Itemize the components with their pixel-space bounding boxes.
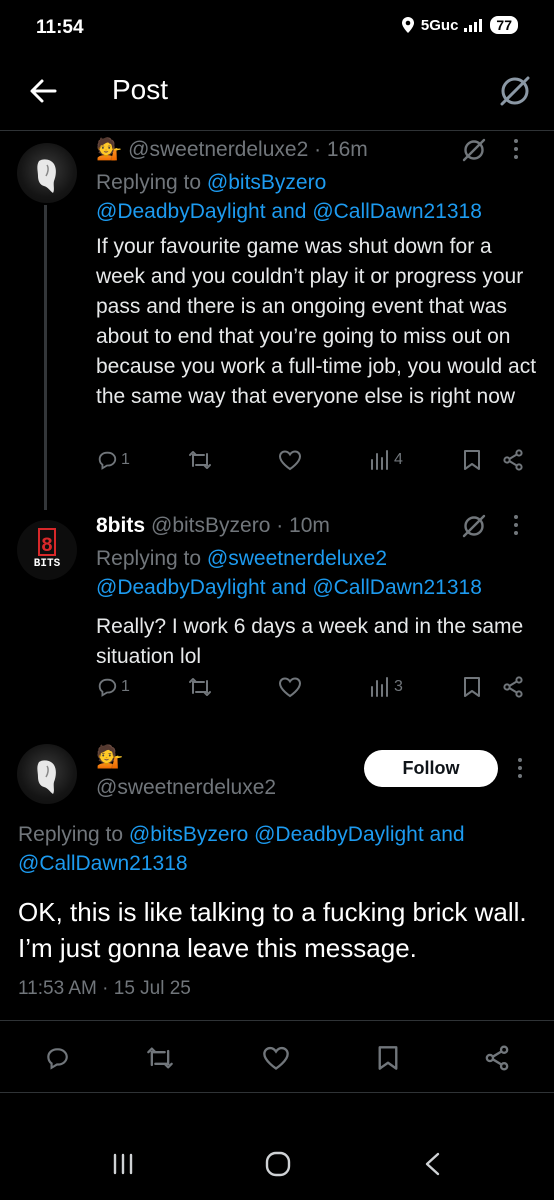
like-icon [278, 677, 302, 698]
retweet-button[interactable] [188, 449, 212, 471]
thread-connector [44, 205, 47, 510]
svg-text:8: 8 [41, 535, 53, 558]
location-icon [401, 17, 414, 33]
retweet-icon [147, 1047, 173, 1069]
tweet-header: 💁 @sweetnerdeluxe2 · 16m [96, 138, 368, 162]
mention-link[interactable]: @DeadbyDaylight [96, 576, 266, 599]
share-button[interactable] [502, 676, 524, 698]
header-divider [0, 130, 554, 131]
follow-button[interactable]: Follow [364, 750, 498, 787]
avatar[interactable] [17, 744, 77, 804]
grok-button[interactable] [460, 512, 488, 540]
like-button[interactable] [278, 449, 302, 471]
share-button[interactable] [502, 449, 524, 471]
mention-link[interactable]: @CallDawn21318 [312, 200, 482, 223]
like-button[interactable] [278, 676, 302, 698]
back-nav-button[interactable] [422, 1151, 444, 1177]
more-icon [514, 139, 518, 159]
share-icon [503, 449, 523, 471]
retweet-button[interactable] [146, 1045, 174, 1071]
like-icon [278, 450, 302, 471]
bookmark-button[interactable] [376, 1045, 400, 1071]
8bits-logo-icon: 8 BITS [34, 528, 61, 570]
status-icons: 5Guc 77 [401, 16, 518, 34]
share-button[interactable] [484, 1045, 510, 1071]
bookmark-icon [464, 677, 480, 697]
reply-button[interactable]: 1 [96, 676, 130, 698]
post-timestamp[interactable]: 11:53 AM · 15 Jul 25 [18, 978, 191, 1000]
back-arrow-icon [30, 79, 57, 103]
display-name[interactable]: 8bits [96, 514, 145, 538]
page-title: Post [112, 74, 169, 105]
replying-to: Replying to @bitsByzero @DeadbyDaylight … [18, 823, 465, 875]
tweet-header: 8bits @bitsByzero · 10m [96, 514, 330, 538]
home-button[interactable] [264, 1150, 292, 1178]
avatar-figure-icon [37, 159, 56, 193]
reply-button[interactable]: 1 [96, 449, 130, 471]
replying-to: Replying to @sweetnerdeluxe2 @DeadbyDayl… [96, 547, 482, 599]
share-icon [485, 1045, 509, 1071]
bookmark-icon [378, 1046, 398, 1070]
home-icon [265, 1151, 291, 1177]
tweet-text: Really? I work 6 days a week and in the … [96, 615, 524, 668]
mention-link[interactable]: @bitsByzero [207, 171, 326, 194]
recent-apps-button[interactable] [111, 1152, 135, 1176]
mention-link[interactable]: @DeadbyDaylight [254, 823, 424, 846]
signal-icon [464, 19, 483, 32]
avatar[interactable]: 8 BITS [17, 520, 77, 580]
retweet-icon [189, 678, 211, 696]
svg-text:BITS: BITS [34, 558, 61, 570]
views-button[interactable]: 4 [369, 449, 403, 471]
grok-icon [462, 514, 486, 538]
network-label: 5Guc [420, 16, 459, 34]
more-button[interactable] [516, 757, 524, 779]
mention-link[interactable]: @DeadbyDaylight [96, 200, 266, 223]
mention-link[interactable]: @CallDawn21318 [312, 576, 482, 599]
views-button[interactable]: 3 [369, 676, 403, 698]
back-nav-icon [425, 1152, 440, 1176]
retweet-icon [189, 451, 211, 469]
user-emoji: 💁 [96, 744, 124, 769]
reply-button[interactable] [44, 1045, 70, 1071]
mention-link[interactable]: @sweetnerdeluxe2 [207, 547, 387, 570]
divider [0, 1020, 554, 1021]
grok-icon [462, 138, 486, 162]
grok-icon [500, 76, 530, 106]
handle-time[interactable]: @bitsByzero · 10m [151, 514, 330, 538]
divider [0, 1092, 554, 1093]
retweet-button[interactable] [188, 676, 212, 698]
more-button[interactable] [512, 514, 520, 536]
tweet-text: If your favourite game was shut down for… [96, 235, 537, 408]
back-button[interactable] [26, 74, 60, 108]
views-icon [371, 450, 388, 470]
mention-link[interactable]: @bitsByzero [129, 823, 248, 846]
views-icon [371, 677, 388, 697]
grok-button[interactable] [460, 136, 488, 164]
battery-indicator: 77 [490, 16, 518, 34]
bookmark-icon [464, 450, 480, 470]
handle[interactable]: @sweetnerdeluxe2 [96, 776, 276, 800]
user-emoji: 💁 [96, 138, 123, 161]
bookmark-button[interactable] [462, 449, 482, 471]
share-icon [503, 676, 523, 698]
system-nav-bar [0, 1130, 554, 1200]
status-time: 11:54 [36, 17, 84, 38]
post-text: OK, this is like talking to a fucking br… [18, 897, 527, 963]
more-button[interactable] [512, 138, 520, 160]
grok-button[interactable] [496, 72, 534, 110]
like-icon [263, 1046, 289, 1070]
mention-link[interactable]: @CallDawn21318 [18, 852, 188, 875]
more-icon [518, 758, 522, 778]
recent-apps-icon [113, 1153, 133, 1175]
avatar[interactable] [17, 143, 77, 203]
avatar-figure-icon [37, 760, 56, 794]
more-icon [514, 515, 518, 535]
reply-icon [98, 451, 117, 470]
reply-icon [47, 1048, 68, 1070]
bookmark-button[interactable] [462, 676, 482, 698]
handle-time[interactable]: @sweetnerdeluxe2 · 16m [128, 138, 368, 162]
reply-icon [98, 678, 117, 697]
like-button[interactable] [262, 1045, 290, 1071]
replying-to: Replying to @bitsByzero @DeadbyDaylight … [96, 171, 482, 223]
